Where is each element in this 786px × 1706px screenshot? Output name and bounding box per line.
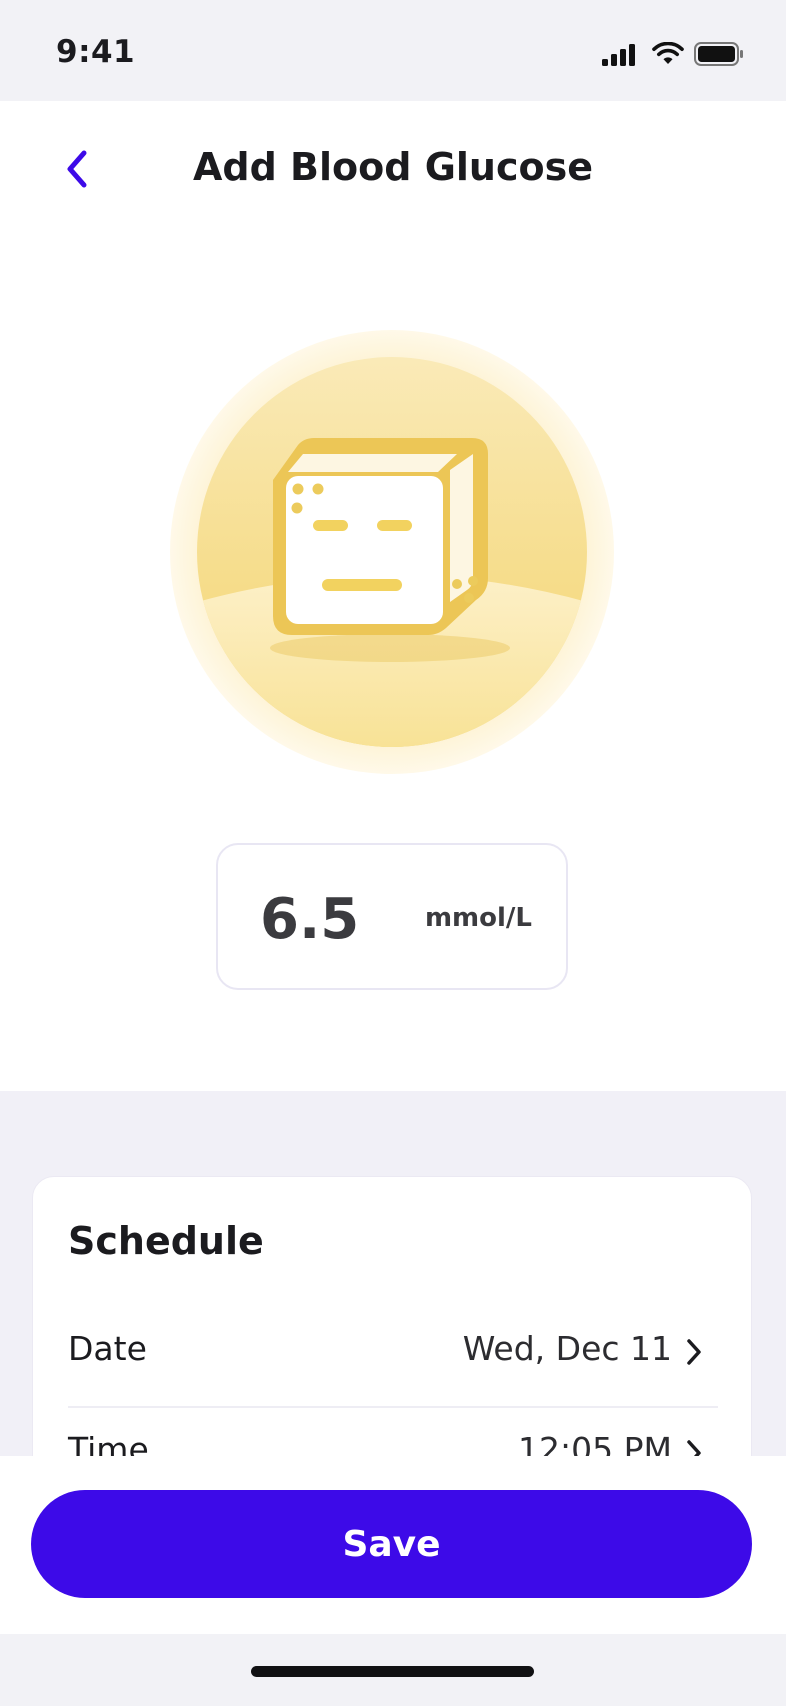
glucose-value: 6.5 xyxy=(260,887,360,952)
wifi-icon xyxy=(652,42,684,64)
signal-icon xyxy=(602,44,635,66)
battery-icon xyxy=(694,42,743,66)
schedule-title: Schedule xyxy=(68,1219,264,1263)
home-indicator[interactable] xyxy=(251,1666,534,1677)
date-label: Date xyxy=(68,1329,147,1368)
sugar-cube-icon xyxy=(170,330,614,774)
bottom-action-bar: Save xyxy=(0,1456,786,1634)
date-value: Wed, Dec 11 xyxy=(462,1329,672,1368)
header: Add Blood Glucose xyxy=(0,101,786,235)
status-icons xyxy=(602,40,762,68)
home-indicator-area xyxy=(0,1634,786,1706)
date-row[interactable]: Date Wed, Dec 11 xyxy=(68,1307,718,1397)
page-title: Add Blood Glucose xyxy=(193,145,593,189)
glucose-value-field[interactable]: 6.5 mmol/L xyxy=(216,843,568,990)
glucose-unit: mmol/L xyxy=(424,903,532,933)
chevron-right-icon xyxy=(687,1339,701,1365)
status-time: 9:41 xyxy=(56,34,136,70)
save-button[interactable]: Save xyxy=(31,1490,752,1598)
glucose-illustration xyxy=(170,330,614,774)
status-bar: 9:41 xyxy=(0,0,786,101)
